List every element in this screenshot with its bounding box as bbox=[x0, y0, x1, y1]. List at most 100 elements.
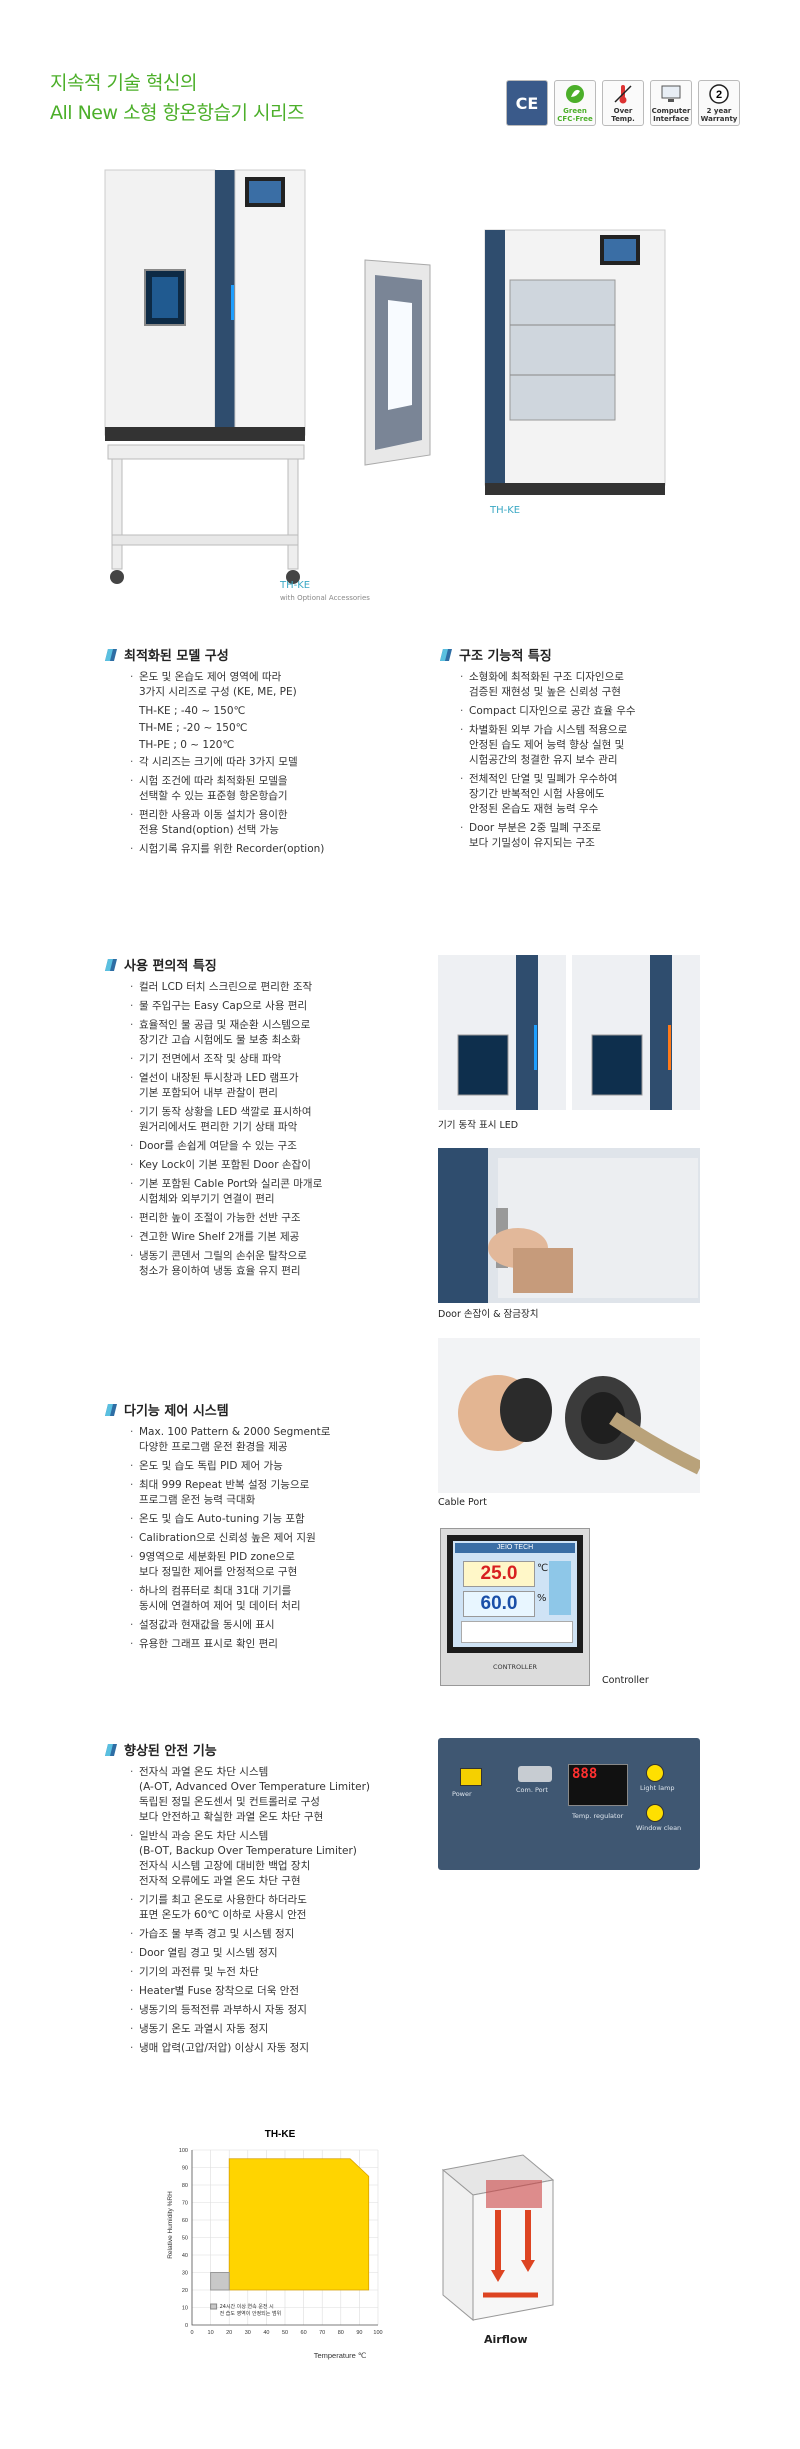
computer-label: Computer Interface bbox=[651, 107, 691, 123]
controller-brand: JEIO TECH bbox=[455, 1543, 575, 1553]
over-temp-label: Over Temp. bbox=[611, 107, 635, 123]
airflow-diagram bbox=[441, 2154, 555, 2322]
panel-temp-regulator-label: Temp. regulator bbox=[572, 1812, 624, 1820]
com-port-icon bbox=[518, 1766, 552, 1782]
chart-x-tick-label: 10 bbox=[208, 2330, 214, 2336]
cable-caption: Cable Port bbox=[438, 1497, 487, 1508]
warranty-icon: 2 bbox=[707, 83, 731, 105]
list-item: 온도 및 습도 독립 PID 제어 가능 bbox=[130, 1459, 410, 1474]
chart-legend: 24시간 이상 연속 운전 시전 습도 영역이 안정되는 범위 bbox=[210, 2303, 282, 2317]
chart-y-label: Relative Humidity %RH bbox=[167, 2191, 174, 2259]
chart-area-polygon bbox=[228, 2158, 370, 2291]
section-safety-heading: 향상된 안전 기능 bbox=[105, 1740, 217, 1759]
list-item: 설정값과 현재값을 동시에 표시 bbox=[130, 1618, 410, 1633]
panel-window-label: Window clean bbox=[636, 1824, 682, 1832]
controller-temp-value: 25.0 bbox=[463, 1561, 535, 1587]
section-control-list: Max. 100 Pattern & 2000 Segment로 다양한 프로그… bbox=[130, 1425, 410, 1656]
chart-x-tick-label: 70 bbox=[319, 2330, 325, 2336]
product-left-subcaption: with Optional Accessories bbox=[280, 594, 370, 602]
section-control-title: 다기능 제어 시스템 bbox=[124, 1404, 229, 1419]
chart-title: TH-KE bbox=[265, 2129, 296, 2140]
list-item: 9영역으로 세분화된 PID zone으로 보다 정밀한 제어를 안정적으로 구… bbox=[130, 1550, 410, 1580]
list-item: 가습조 물 부족 경고 및 시스템 정지 bbox=[130, 1927, 430, 1942]
section-safety-title: 향상된 안전 기능 bbox=[124, 1744, 217, 1759]
computer-badge: Computer Interface bbox=[650, 80, 692, 126]
section-marker-icon bbox=[105, 648, 117, 661]
chart-y-tick-label: 0 bbox=[185, 2323, 188, 2329]
chart-grey-region bbox=[210, 2272, 230, 2291]
panel-power-label: Power bbox=[452, 1790, 472, 1798]
section-model-list: 온도 및 온습도 제어 영역에 따라 3가지 시리즈로 구성 (KE, ME, … bbox=[130, 670, 390, 861]
window-clean-button-icon bbox=[646, 1804, 664, 1822]
section-structure-list: 소형화에 최적화된 구조 디자인으로 검증된 재현성 및 높은 신뢰성 구현 C… bbox=[460, 670, 720, 855]
section-structure-title: 구조 기능적 특징 bbox=[459, 649, 552, 664]
panel-display: 888 bbox=[572, 1766, 598, 1782]
light-lamp-button-icon bbox=[646, 1764, 664, 1782]
controller-temp-unit: ℃ bbox=[537, 1563, 549, 1574]
list-item: 온도 및 온습도 제어 영역에 따라 3가지 시리즈로 구성 (KE, ME, … bbox=[130, 670, 390, 700]
chamber-with-stand-image bbox=[104, 169, 306, 584]
list-item: 차별화된 외부 가습 시스템 적용으로 안정된 습도 제어 능력 향상 실현 및… bbox=[460, 723, 720, 768]
list-item: 소형화에 최적화된 구조 디자인으로 검증된 재현성 및 높은 신뢰성 구현 bbox=[460, 670, 720, 700]
chart-y-tick-label: 50 bbox=[182, 2236, 188, 2242]
chart-legend-text: 24시간 이상 연속 운전 시 bbox=[220, 2303, 274, 2310]
door-caption: Door 손잡이 & 잠금장치 bbox=[438, 1309, 539, 1320]
controller-photo: JEIO TECH 25.0 ℃ 60.0 % CONTROLLER bbox=[440, 1528, 590, 1686]
controller-caption: Controller bbox=[602, 1675, 649, 1686]
list-item: Compact 디자인으로 공간 효율 우수 bbox=[460, 704, 720, 719]
section-safety-list: 전자식 과열 온도 차단 시스템 (A-OT, Advanced Over Te… bbox=[130, 1765, 430, 2060]
svg-text:2: 2 bbox=[716, 89, 722, 101]
section-marker-icon bbox=[440, 648, 452, 661]
list-item: 일반식 과승 온도 차단 시스템 (B-OT, Backup Over Temp… bbox=[130, 1829, 430, 1889]
green-badge: Green CFC-Free bbox=[554, 80, 596, 126]
list-item: 열선이 내장된 투시창과 LED 램프가 기본 포함되어 내부 관찰이 편리 bbox=[130, 1071, 410, 1101]
warranty-badge: 2 2 year Warranty bbox=[698, 80, 740, 126]
chart-x-tick-label: 60 bbox=[301, 2330, 307, 2336]
door-handle-photo bbox=[438, 1148, 700, 1303]
list-item: TH-ME ; -20 ~ 150℃ bbox=[139, 722, 248, 734]
list-item: 기본 포함된 Cable Port와 실리콘 마개로 시험체와 외부기기 연결이… bbox=[130, 1177, 410, 1207]
chart-x-label: Temperature ℃ bbox=[314, 2351, 367, 2360]
list-item: 편리한 사용과 이동 설치가 용이한 전용 Stand(option) 선택 가… bbox=[130, 808, 390, 838]
chart-x-tick-label: 80 bbox=[338, 2330, 344, 2336]
chart-y-tick-label: 60 bbox=[182, 2218, 188, 2224]
chart-x-tick-label: 100 bbox=[373, 2330, 382, 2336]
list-item: Door를 손쉽게 여닫을 수 있는 구조 bbox=[130, 1139, 410, 1154]
chart-x-tick-label: 90 bbox=[356, 2330, 362, 2336]
controller-label: CONTROLLER bbox=[493, 1663, 537, 1671]
product-right-caption: TH-KE bbox=[490, 505, 521, 516]
controller-humidity-unit: % bbox=[537, 1593, 547, 1604]
computer-icon bbox=[659, 83, 683, 105]
chart-legend-text: 전 습도 영역이 안정되는 범위 bbox=[220, 2310, 282, 2317]
list-item: 기기 동작 상황을 LED 색깔로 표시하여 원거리에서도 편리한 기기 상태 … bbox=[130, 1105, 410, 1135]
list-item: Door 부분은 2중 밀폐 구조로 보다 기밀성이 유지되는 구조 bbox=[460, 821, 720, 851]
section-model-heading: 최적화된 모델 구성 bbox=[105, 645, 229, 664]
chart-y-tick-label: 90 bbox=[182, 2166, 188, 2172]
list-item: 편리한 높이 조절이 가능한 선반 구조 bbox=[130, 1211, 410, 1226]
safety-panel-photo: Power Com. Port 888 Temp. regulator Ligh… bbox=[438, 1738, 700, 1870]
section-structure-heading: 구조 기능적 특징 bbox=[440, 645, 552, 664]
chart-y-tick-label: 10 bbox=[182, 2306, 188, 2312]
product-left-caption: TH-KE bbox=[280, 580, 311, 591]
chart-y-tick-label: 100 bbox=[179, 2148, 188, 2154]
list-item: 전체적인 단열 및 밀폐가 우수하여 장기간 반복적인 시험 사용에도 안정된 … bbox=[460, 772, 720, 817]
list-item: 냉동기의 등적전류 과부하시 자동 정지 bbox=[130, 2003, 430, 2018]
chart-x-tick-label: 50 bbox=[282, 2330, 288, 2336]
panel-light-label: Light lamp bbox=[640, 1784, 675, 1792]
section-marker-icon bbox=[105, 1743, 117, 1756]
chart-x-tick-label: 40 bbox=[263, 2330, 269, 2336]
ce-icon: CE bbox=[515, 94, 539, 113]
humidity-temperature-chart: TH-KE 0 10 20 30 40 50 60 70 80 90 100 0 10 20 30 40 50 6… bbox=[167, 2129, 383, 2360]
green-badge-label: Green CFC-Free bbox=[557, 107, 593, 123]
list-item: 기기 전면에서 조작 및 상태 파악 bbox=[130, 1052, 410, 1067]
list-item: 각 시리즈는 크기에 따라 3가지 모델 bbox=[130, 755, 390, 770]
list-item: 유용한 그래프 표시로 확인 편리 bbox=[130, 1637, 410, 1652]
list-item: TH-PE ; 0 ~ 120℃ bbox=[139, 739, 235, 751]
list-item: 시험기록 유지를 위한 Recorder(option) bbox=[130, 842, 390, 857]
list-item: 전자식 과열 온도 차단 시스템 (A-OT, Advanced Over Te… bbox=[130, 1765, 430, 1825]
power-switch-icon bbox=[460, 1768, 482, 1786]
section-marker-icon bbox=[105, 1403, 117, 1416]
list-item: 온도 및 습도 Auto-tuning 기능 포함 bbox=[130, 1512, 410, 1527]
page-title-line1: 지속적 기술 혁신의 bbox=[50, 72, 197, 94]
led-indicator-photos bbox=[438, 955, 700, 1110]
